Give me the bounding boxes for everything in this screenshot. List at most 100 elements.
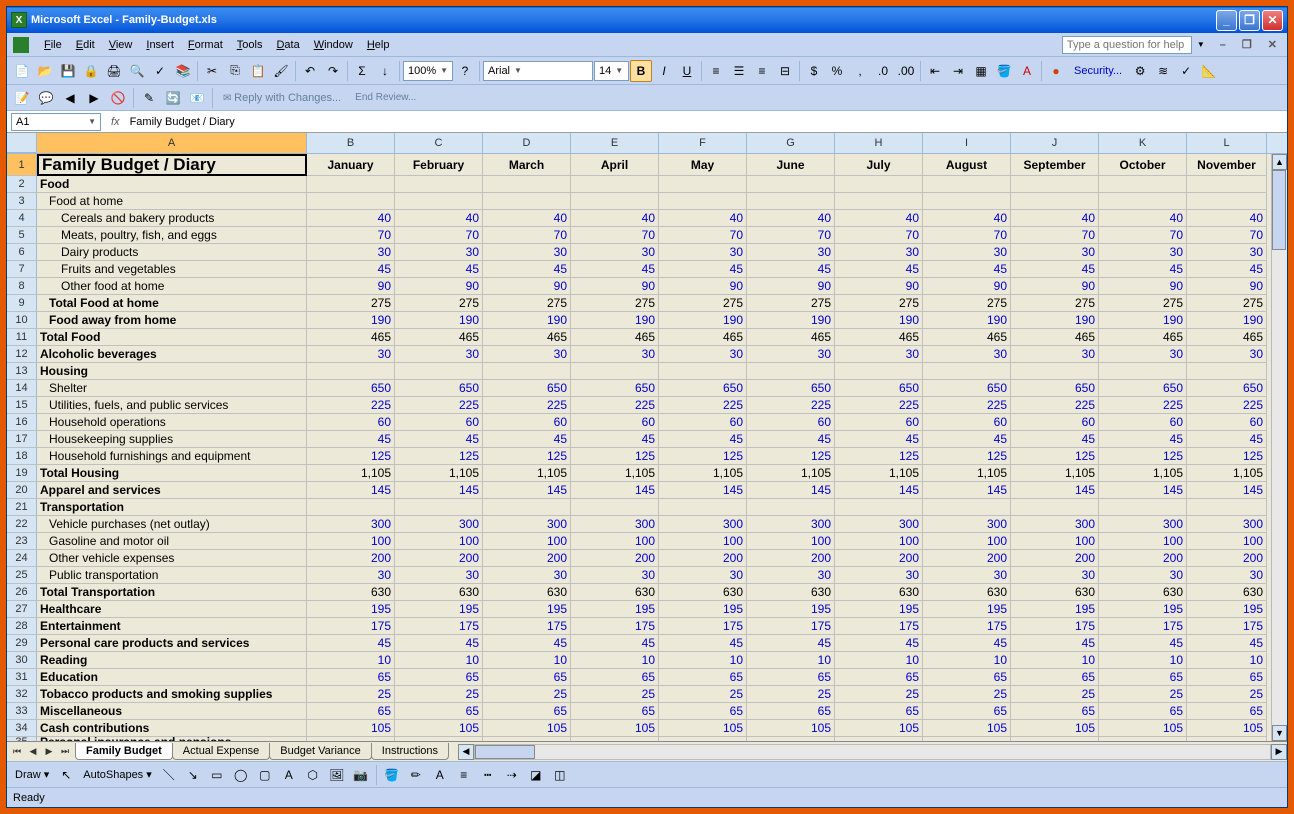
- cell[interactable]: 45: [1099, 635, 1187, 652]
- name-box[interactable]: A1▼: [11, 113, 101, 131]
- cell[interactable]: 275: [307, 295, 395, 312]
- cell[interactable]: 10: [659, 652, 747, 669]
- draw-menu[interactable]: Draw ▾: [11, 768, 53, 781]
- cell[interactable]: 225: [483, 397, 571, 414]
- cell[interactable]: 65: [395, 703, 483, 720]
- cell[interactable]: 30: [923, 244, 1011, 261]
- comma-button[interactable]: ,: [849, 60, 871, 82]
- cell[interactable]: 30: [659, 244, 747, 261]
- cell[interactable]: 40: [307, 210, 395, 227]
- cell[interactable]: 190: [483, 312, 571, 329]
- format-painter-button[interactable]: 🖌: [270, 60, 292, 82]
- select-objects-button[interactable]: ↖: [55, 764, 77, 786]
- cell[interactable]: [923, 363, 1011, 380]
- cell-label[interactable]: Alcoholic beverages: [37, 346, 307, 363]
- cell[interactable]: 90: [395, 278, 483, 295]
- cell[interactable]: 25: [483, 686, 571, 703]
- column-header-H[interactable]: H: [835, 133, 923, 153]
- cell-label[interactable]: Education: [37, 669, 307, 686]
- menu-tools[interactable]: Tools: [230, 37, 270, 53]
- cell[interactable]: 30: [659, 567, 747, 584]
- cell[interactable]: 225: [1187, 397, 1267, 414]
- cell[interactable]: [747, 499, 835, 516]
- cell-label[interactable]: Total Housing: [37, 465, 307, 482]
- cell[interactable]: 175: [571, 618, 659, 635]
- cell[interactable]: 90: [1099, 278, 1187, 295]
- cell[interactable]: 195: [1011, 601, 1099, 618]
- cell[interactable]: 40: [1099, 210, 1187, 227]
- cell[interactable]: 45: [571, 261, 659, 278]
- cell[interactable]: 45: [1099, 261, 1187, 278]
- macro-button[interactable]: ⚙: [1129, 60, 1151, 82]
- cell[interactable]: [571, 499, 659, 516]
- cell-label[interactable]: Family Budget / Diary: [37, 154, 307, 176]
- cell[interactable]: 125: [659, 448, 747, 465]
- redo-button[interactable]: ↷: [322, 60, 344, 82]
- align-center-button[interactable]: ☰: [728, 60, 750, 82]
- autoshapes-menu[interactable]: AutoShapes ▾: [79, 768, 156, 781]
- cell[interactable]: 65: [659, 703, 747, 720]
- cell[interactable]: 145: [483, 482, 571, 499]
- row-header-19[interactable]: 19: [7, 465, 37, 482]
- preview-button[interactable]: 🔍: [126, 60, 148, 82]
- row-header-11[interactable]: 11: [7, 329, 37, 346]
- row-header-28[interactable]: 28: [7, 618, 37, 635]
- cell[interactable]: 10: [307, 652, 395, 669]
- cell[interactable]: 45: [659, 261, 747, 278]
- cell-label[interactable]: Total Transportation: [37, 584, 307, 601]
- cell[interactable]: 195: [1099, 601, 1187, 618]
- cell[interactable]: 225: [747, 397, 835, 414]
- cell[interactable]: April: [571, 154, 659, 176]
- cell[interactable]: 45: [395, 635, 483, 652]
- cell[interactable]: 10: [1187, 652, 1267, 669]
- fill-color-button[interactable]: 🪣: [381, 764, 403, 786]
- cell[interactable]: 45: [923, 431, 1011, 448]
- cell-label[interactable]: Tobacco products and smoking supplies: [37, 686, 307, 703]
- cell[interactable]: 70: [1011, 227, 1099, 244]
- cell[interactable]: 70: [659, 227, 747, 244]
- cell[interactable]: [835, 193, 923, 210]
- cell[interactable]: 10: [835, 652, 923, 669]
- cell[interactable]: 30: [923, 346, 1011, 363]
- zoom-combo[interactable]: 100%▼: [403, 61, 453, 81]
- open-button[interactable]: 📂: [34, 60, 56, 82]
- cell[interactable]: 105: [1187, 720, 1267, 737]
- cell[interactable]: 30: [923, 567, 1011, 584]
- cell[interactable]: 650: [1011, 380, 1099, 397]
- cell[interactable]: 1,105: [571, 465, 659, 482]
- cell[interactable]: 125: [571, 448, 659, 465]
- cell[interactable]: 65: [395, 669, 483, 686]
- cell-label[interactable]: Utilities, fuels, and public services: [37, 397, 307, 414]
- cell[interactable]: September: [1011, 154, 1099, 176]
- update-button[interactable]: 🔄: [162, 87, 184, 109]
- cell[interactable]: 630: [923, 584, 1011, 601]
- scroll-track[interactable]: [1272, 170, 1287, 725]
- sheet-tab-instructions[interactable]: Instructions: [371, 743, 449, 760]
- cell[interactable]: 30: [1099, 346, 1187, 363]
- cell[interactable]: 40: [1011, 210, 1099, 227]
- cell[interactable]: 1,105: [307, 465, 395, 482]
- cell[interactable]: 190: [835, 312, 923, 329]
- cell[interactable]: 630: [659, 584, 747, 601]
- cell[interactable]: 65: [1011, 669, 1099, 686]
- cell[interactable]: 195: [395, 601, 483, 618]
- increase-indent-button[interactable]: ⇥: [947, 60, 969, 82]
- cell[interactable]: 90: [1011, 278, 1099, 295]
- cell[interactable]: 190: [307, 312, 395, 329]
- cell-label[interactable]: Household operations: [37, 414, 307, 431]
- italic-button[interactable]: I: [653, 60, 675, 82]
- row-header-20[interactable]: 20: [7, 482, 37, 499]
- doc-close-button[interactable]: ✕: [1264, 38, 1281, 51]
- cell[interactable]: 275: [395, 295, 483, 312]
- save-button[interactable]: 💾: [57, 60, 79, 82]
- clipart-button[interactable]: 🖼: [326, 764, 348, 786]
- row-header-9[interactable]: 9: [7, 295, 37, 312]
- cell[interactable]: 65: [923, 703, 1011, 720]
- cell[interactable]: 200: [571, 550, 659, 567]
- cell[interactable]: 630: [483, 584, 571, 601]
- cell[interactable]: [307, 176, 395, 193]
- cell[interactable]: 650: [835, 380, 923, 397]
- cell[interactable]: 30: [1011, 244, 1099, 261]
- cell[interactable]: 1,105: [395, 465, 483, 482]
- cell[interactable]: 90: [923, 278, 1011, 295]
